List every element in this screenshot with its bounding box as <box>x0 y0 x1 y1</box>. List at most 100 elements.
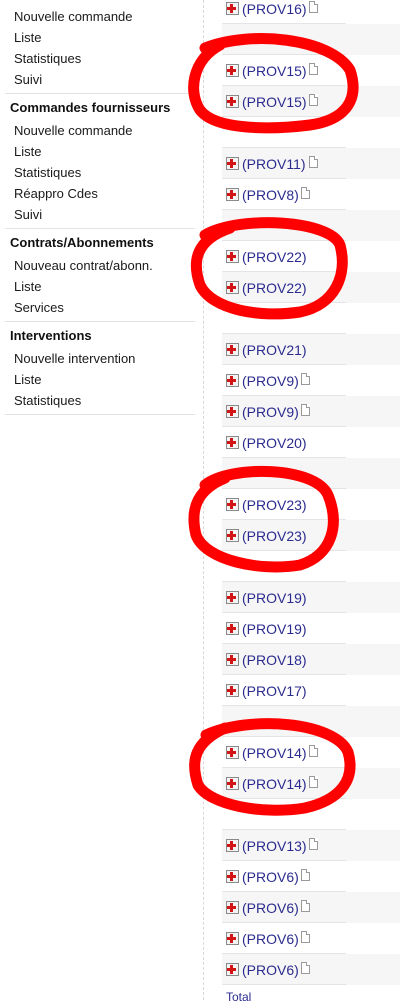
intervention-icon[interactable] <box>226 188 239 201</box>
ref-link[interactable]: (PROV17) <box>242 683 307 699</box>
intervention-icon[interactable] <box>226 405 239 418</box>
document-icon[interactable] <box>301 900 311 912</box>
menu-item-list[interactable]: Liste <box>14 30 41 46</box>
ref-link[interactable]: (PROV23) <box>242 497 307 513</box>
ref-link[interactable]: (PROV19) <box>242 590 307 606</box>
document-icon[interactable] <box>308 94 318 106</box>
intervention-icon[interactable] <box>226 653 239 666</box>
intervention-icon[interactable] <box>226 250 239 263</box>
intervention-icon[interactable] <box>226 281 239 294</box>
document-icon[interactable] <box>308 838 318 850</box>
menu-item-new-order[interactable]: Nouvelle commande <box>14 9 133 25</box>
menu-item-intervention-list[interactable]: Liste <box>14 372 41 388</box>
intervention-icon[interactable] <box>226 436 239 449</box>
intervention-icon[interactable] <box>226 963 239 976</box>
menu-item-services[interactable]: Services <box>14 300 64 316</box>
ref-link[interactable]: (PROV9) <box>242 404 299 420</box>
ref-link[interactable]: (PROV15) <box>242 63 307 79</box>
ref-link[interactable]: (PROV8) <box>242 187 299 203</box>
list-row: (PROV6) <box>222 923 400 954</box>
menu-item-new-supplier-order[interactable]: Nouvelle commande <box>14 123 133 139</box>
list-row: (PROV17) <box>222 675 400 706</box>
document-icon[interactable] <box>308 156 318 168</box>
intervention-icon[interactable] <box>226 777 239 790</box>
ref-link[interactable]: (PROV6) <box>242 869 299 885</box>
intervention-icon[interactable] <box>226 374 239 387</box>
ref-link[interactable]: (PROV18) <box>242 652 307 668</box>
intervention-icon[interactable] <box>226 95 239 108</box>
list-row: (PROV11) <box>222 148 400 179</box>
list-row: (PROV16) <box>222 0 400 24</box>
document-icon[interactable] <box>301 373 311 385</box>
intervention-icon[interactable] <box>226 932 239 945</box>
list-row: (PROV6) <box>222 861 400 892</box>
document-icon[interactable] <box>308 776 318 788</box>
menu-item-supplier-statistics[interactable]: Statistiques <box>14 165 81 181</box>
list-row <box>222 303 400 334</box>
list-row: (PROV21) <box>222 334 400 365</box>
intervention-icon[interactable] <box>226 343 239 356</box>
intervention-icon[interactable] <box>226 64 239 77</box>
list-row: (PROV6) <box>222 892 400 923</box>
intervention-icon[interactable] <box>226 529 239 542</box>
list-row: (PROV6) <box>222 954 400 985</box>
menu-title-supplier-orders[interactable]: Commandes fournisseurs <box>10 100 170 116</box>
menu-item-new-contract[interactable]: Nouveau contrat/abonn. <box>14 258 153 274</box>
menu-title-contracts[interactable]: Contrats/Abonnements <box>10 235 154 251</box>
list-row <box>222 706 400 737</box>
document-icon[interactable] <box>308 1 318 13</box>
intervention-icon[interactable] <box>226 901 239 914</box>
ref-link[interactable]: (PROV23) <box>242 528 307 544</box>
document-icon[interactable] <box>301 869 311 881</box>
ref-link[interactable]: (PROV19) <box>242 621 307 637</box>
intervention-icon[interactable] <box>226 157 239 170</box>
ref-link[interactable]: (PROV13) <box>242 838 307 854</box>
ref-link[interactable]: (PROV6) <box>242 962 299 978</box>
ref-link[interactable]: (PROV20) <box>242 435 307 451</box>
menu-item-intervention-stats[interactable]: Statistiques <box>14 393 81 409</box>
document-icon[interactable] <box>301 931 311 943</box>
list-row: (PROV23) <box>222 489 400 520</box>
menu-item-supplier-tracking[interactable]: Suivi <box>14 207 42 223</box>
intervention-icon[interactable] <box>226 498 239 511</box>
ref-link[interactable]: (PROV22) <box>242 249 307 265</box>
document-icon[interactable] <box>301 404 311 416</box>
ref-link[interactable]: (PROV16) <box>242 1 307 17</box>
intervention-icon[interactable] <box>226 2 239 15</box>
ref-link[interactable]: (PROV9) <box>242 373 299 389</box>
list-row: (PROV9) <box>222 365 400 396</box>
menu-separator <box>5 93 195 94</box>
intervention-icon[interactable] <box>226 622 239 635</box>
menu-title-interventions[interactable]: Interventions <box>10 328 92 344</box>
intervention-icon[interactable] <box>226 839 239 852</box>
list-row: (PROV9) <box>222 396 400 427</box>
ref-link[interactable]: (PROV6) <box>242 900 299 916</box>
ref-link[interactable]: (PROV21) <box>242 342 307 358</box>
ref-link[interactable]: (PROV15) <box>242 94 307 110</box>
document-icon[interactable] <box>301 187 311 199</box>
menu-item-new-intervention[interactable]: Nouvelle intervention <box>14 351 135 367</box>
intervention-icon[interactable] <box>226 684 239 697</box>
ref-link[interactable]: (PROV22) <box>242 280 307 296</box>
list-row: (PROV15) <box>222 86 400 117</box>
intervention-icon[interactable] <box>226 746 239 759</box>
ref-link[interactable]: (PROV11) <box>242 156 306 172</box>
intervention-icon[interactable] <box>226 870 239 883</box>
ref-link[interactable]: (PROV14) <box>242 745 307 761</box>
menu-item-replenishment[interactable]: Réappro Cdes <box>14 186 98 202</box>
total-label: Total <box>226 990 252 1004</box>
list-row: (PROV19) <box>222 613 400 644</box>
list-row: (PROV14) <box>222 737 400 768</box>
menu-item-tracking[interactable]: Suivi <box>14 72 42 88</box>
menu-item-supplier-list[interactable]: Liste <box>14 144 41 160</box>
menu-item-contract-list[interactable]: Liste <box>14 279 41 295</box>
ref-link[interactable]: (PROV6) <box>242 931 299 947</box>
list-row <box>222 551 400 582</box>
menu-separator <box>5 414 195 415</box>
document-icon[interactable] <box>308 63 318 75</box>
ref-link[interactable]: (PROV14) <box>242 776 307 792</box>
document-icon[interactable] <box>301 962 311 974</box>
document-icon[interactable] <box>308 745 318 757</box>
menu-item-statistics[interactable]: Statistiques <box>14 51 81 67</box>
intervention-icon[interactable] <box>226 591 239 604</box>
